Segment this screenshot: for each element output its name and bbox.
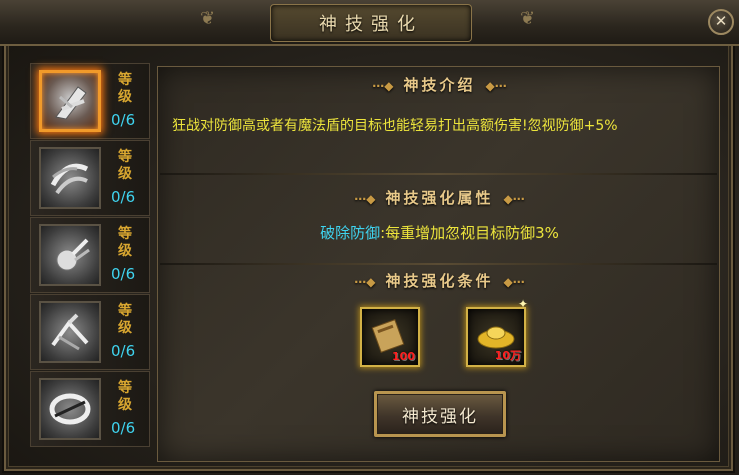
skill-detail-panel: ⋯◆ 神技介绍 ◆⋯ 狂战对防御高或者有魔法盾的目标也能轻易打出高额伤害!忽视防御+…	[157, 66, 720, 462]
skill-anchor-icon[interactable]	[39, 301, 101, 363]
skill-level-label: 等级	[118, 303, 132, 336]
skill-row[interactable]: 等级 0/6	[30, 294, 150, 370]
skill-level-value: 0/6	[111, 111, 136, 129]
required-item-scroll[interactable]: 100	[360, 307, 420, 367]
title-plate: 神技强化	[270, 4, 472, 42]
title-deco-right-icon: ◆⋯	[503, 192, 525, 206]
title-deco-left-icon: ⋯◆	[354, 192, 376, 206]
attribute-line: 破除防御:每重增加忽视目标防御3%	[158, 222, 721, 243]
item-count: 10万	[494, 349, 521, 362]
title-deco-left-icon: ⋯◆	[354, 275, 376, 289]
enhance-button[interactable]: 神技强化	[374, 391, 506, 437]
intro-section-title: ⋯◆ 神技介绍 ◆⋯	[372, 76, 507, 94]
sparkle-icon: ✦	[518, 297, 529, 311]
skill-row[interactable]: 等级 0/6	[30, 140, 150, 216]
title-left-ornament: ❦	[200, 8, 216, 29]
skill-level-value: 0/6	[111, 265, 136, 283]
title-bar: ❦ 神技强化 ❦ ✕	[0, 0, 739, 46]
skill-level-value: 0/6	[111, 419, 136, 437]
skill-enhance-window: ❦ 神技强化 ❦ ✕ 等级 0/6 等级 0/6 等级 0/6 等级 0/6 等…	[0, 0, 739, 475]
title-deco-left-icon: ⋯◆	[372, 79, 394, 93]
title-deco-right-icon: ◆⋯	[485, 79, 507, 93]
skill-level-label: 等级	[118, 72, 132, 105]
close-icon: ✕	[714, 12, 728, 30]
title-right-ornament: ❦	[520, 8, 536, 29]
skill-level-label: 等级	[118, 380, 132, 413]
skill-row[interactable]: 等级 0/6	[30, 63, 150, 139]
item-count: 100	[392, 350, 415, 363]
skill-row[interactable]: 等级 0/6	[30, 217, 150, 293]
conditions-section-title: ⋯◆ 神技强化条件 ◆⋯	[354, 272, 525, 290]
section-divider	[160, 263, 717, 265]
skill-claw-strike-icon[interactable]	[39, 70, 101, 132]
skill-level-label: 等级	[118, 226, 132, 259]
attributes-section-title: ⋯◆ 神技强化属性 ◆⋯	[354, 189, 525, 207]
skill-list: 等级 0/6 等级 0/6 等级 0/6 等级 0/6 等级 0/6	[30, 63, 150, 448]
skill-level-value: 0/6	[111, 342, 136, 360]
skill-whirlwind-icon[interactable]	[39, 147, 101, 209]
skill-level-label: 等级	[118, 149, 132, 182]
title-deco-right-icon: ◆⋯	[503, 275, 525, 289]
close-button[interactable]: ✕	[708, 9, 734, 35]
skill-level-value: 0/6	[111, 188, 136, 206]
skill-fireball-icon[interactable]	[39, 224, 101, 286]
window-title: 神技强化	[319, 14, 423, 35]
attribute-name: 破除防御	[320, 224, 381, 242]
required-item-gold[interactable]: 10万 ✦	[466, 297, 528, 367]
attribute-desc: :每重增加忽视目标防御3%	[380, 224, 559, 242]
section-divider	[160, 173, 717, 175]
skill-row[interactable]: 等级 0/6	[30, 371, 150, 447]
skill-description: 狂战对防御高或者有魔法盾的目标也能轻易打出高额伤害!忽视防御+5%	[172, 118, 618, 134]
skill-ring-icon[interactable]	[39, 378, 101, 440]
